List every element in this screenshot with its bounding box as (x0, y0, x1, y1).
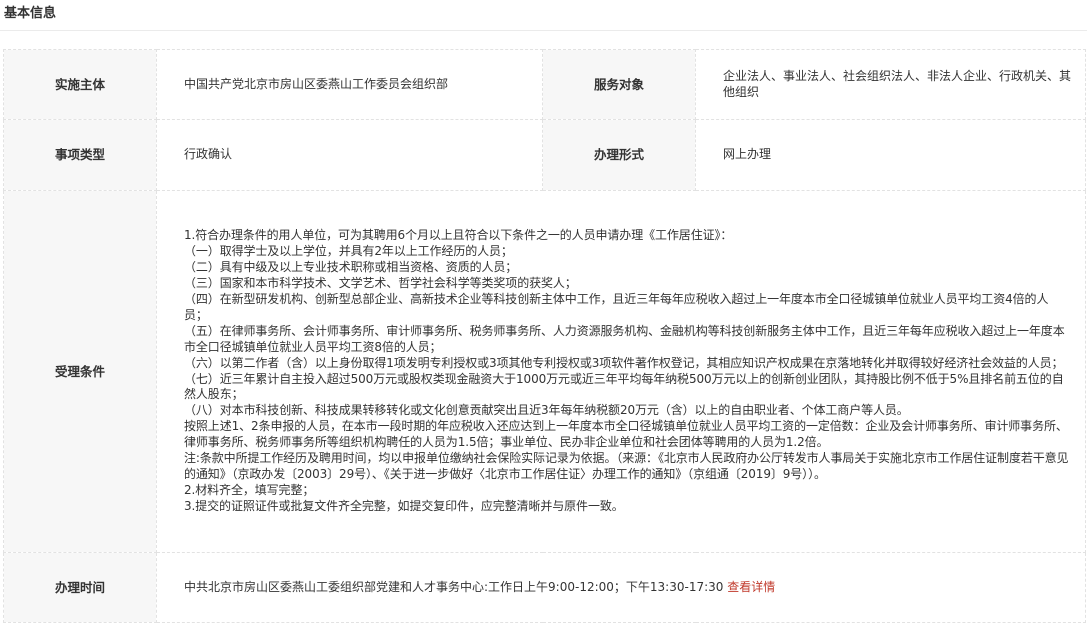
condition-line: （二）具有中级及以上专业技术职称或相当资格、资质的人员； (184, 260, 518, 275)
item-type-value: 行政确认 (156, 119, 543, 191)
section-title: 基本信息 (0, 0, 1087, 31)
table-row: 实施主体 中国共产党北京市房山区委燕山工作委员会组织部 服务对象 企业法人、事业… (3, 49, 1086, 120)
condition-line: （三）国家和本市科学技术、文学艺术、哲学社会科学等类奖项的获奖人； (184, 276, 577, 291)
condition-line: 3.提交的证照证件或批复文件齐全完整，如提交复印件，应完整清晰并与原件一致。 (184, 498, 624, 513)
service-target-value: 企业法人、事业法人、社会组织法人、非法人企业、行政机关、其他组织 (695, 49, 1086, 120)
condition-line: 1.符合办理条件的用人单位，可为其聘用6个月以上且符合以下条件之一的人员申请办理… (184, 228, 733, 243)
implementer-label: 实施主体 (3, 49, 157, 120)
basic-info-table-wrap: 实施主体 中国共产党北京市房山区委燕山工作委员会组织部 服务对象 企业法人、事业… (3, 49, 1086, 623)
table-row: 事项类型 行政确认 办理形式 网上办理 (3, 119, 1086, 191)
item-type-label: 事项类型 (3, 119, 157, 191)
condition-line: （七）近三年累计自主投入超过500万元或股权类现金融资大于1000万元或近三年平… (184, 371, 1064, 402)
handling-time-cell: 中共北京市房山区委燕山工委组织部党建和人才事务中心:工作日上午9:00-12:0… (156, 552, 1086, 623)
condition-line: 按照上述1、2条申报的人员，在本市一段时期的年应税收入还应达到上一年度本市全口径… (184, 419, 1068, 450)
basic-info-table: 实施主体 中国共产党北京市房山区委燕山工作委员会组织部 服务对象 企业法人、事业… (3, 49, 1086, 623)
condition-line: 注:条款中所提工作经历及聘用时间，均以申报单位缴纳社会保险实际记录为依据。（来源… (184, 451, 1069, 481)
handling-time-label: 办理时间 (3, 552, 157, 623)
view-details-link[interactable]: 查看详情 (727, 580, 775, 594)
condition-line: （八）对本市科技创新、科技成果转移转化或文化创意贡献突出且近3年每年纳税额20万… (184, 403, 909, 418)
handling-form-label: 办理形式 (542, 119, 696, 191)
service-target-label: 服务对象 (542, 49, 696, 120)
condition-line: （四）在新型研发机构、创新型总部企业、高新技术企业等科技创新主体中工作，且近三年… (184, 291, 1049, 322)
conditions-label: 受理条件 (3, 190, 157, 553)
table-row: 办理时间 中共北京市房山区委燕山工委组织部党建和人才事务中心:工作日上午9:00… (3, 552, 1086, 623)
handling-time-value: 中共北京市房山区委燕山工委组织部党建和人才事务中心:工作日上午9:00-12:0… (184, 579, 724, 594)
condition-line: （六）以第二作者（含）以上身份取得1项发明专利授权或3项其他专利授权或3项软件著… (184, 355, 1064, 370)
table-row: 受理条件 1.符合办理条件的用人单位，可为其聘用6个月以上且符合以下条件之一的人… (3, 190, 1086, 553)
condition-line: （五）在律师事务所、会计师事务所、审计师事务所、税务师事务所、人力资源服务机构、… (184, 323, 1065, 354)
condition-line: （一）取得学士及以上学位，并具有2年以上工作经历的人员； (184, 244, 513, 259)
condition-line: 2.材料齐全，填写完整； (184, 482, 315, 497)
conditions-value: 1.符合办理条件的用人单位，可为其聘用6个月以上且符合以下条件之一的人员申请办理… (156, 190, 1086, 553)
handling-form-value: 网上办理 (695, 119, 1086, 191)
implementer-value: 中国共产党北京市房山区委燕山工作委员会组织部 (156, 49, 543, 120)
